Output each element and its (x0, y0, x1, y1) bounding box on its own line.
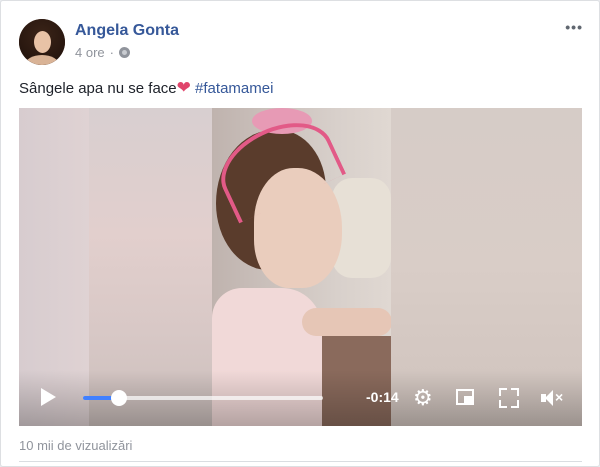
globe-icon[interactable] (118, 47, 130, 58)
post-message: Sângele apa nu se face (19, 80, 177, 97)
post-text: Sângele apa nu se face❤ #fatamamei (19, 78, 273, 98)
divider (19, 461, 582, 462)
video-player[interactable]: -0:14 ⚙ × (19, 108, 582, 426)
post-card: Angela Gonta 4 ore · ••• Sângele apa nu … (0, 0, 600, 467)
mute-cross: × (555, 389, 564, 405)
video-controls: -0:14 ⚙ × (19, 370, 582, 426)
progress-track[interactable] (83, 390, 323, 406)
view-count[interactable]: 10 mii de vizualizări (19, 438, 132, 453)
post-time[interactable]: 4 ore (75, 45, 105, 60)
mute-icon[interactable]: × (541, 388, 565, 408)
frame-arm (302, 308, 392, 336)
meta-separator: · (109, 45, 114, 60)
avatar[interactable] (19, 19, 65, 65)
time-remaining: -0:14 (366, 389, 399, 405)
gear-icon[interactable]: ⚙ (413, 387, 433, 409)
heart-emoji-icon: ❤ (176, 78, 191, 97)
progress-handle[interactable] (111, 390, 127, 406)
ellipsis-icon[interactable]: ••• (565, 19, 583, 35)
hashtag-link[interactable]: #fatamamei (195, 80, 273, 97)
author-name[interactable]: Angela Gonta (75, 22, 179, 40)
speaker-cone (545, 390, 553, 406)
post-meta: 4 ore · (75, 45, 130, 60)
fullscreen-icon[interactable] (499, 388, 519, 408)
picture-in-picture-icon[interactable] (456, 389, 474, 405)
avatar-face (34, 31, 51, 53)
play-icon[interactable] (41, 388, 56, 406)
